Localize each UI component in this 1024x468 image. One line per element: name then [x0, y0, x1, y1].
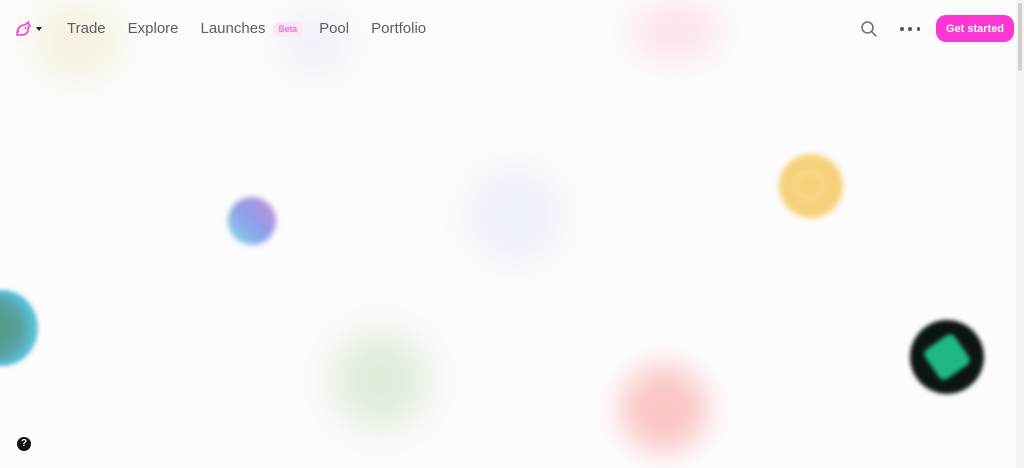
scrollbar[interactable]	[1016, 0, 1024, 468]
top-nav: Trade Explore Launches Beta Pool Portfol…	[0, 0, 1024, 58]
search-icon	[861, 21, 877, 37]
bg-orb-blue	[465, 165, 565, 265]
token-orb-green-blue	[0, 290, 38, 366]
token-orb-gradient	[228, 197, 276, 245]
nav-trade[interactable]: Trade	[67, 19, 106, 39]
nav-portfolio[interactable]: Portfolio	[371, 19, 426, 39]
nav-explore[interactable]: Explore	[128, 19, 179, 39]
help-button[interactable]: ?	[17, 437, 31, 451]
caret-down-icon	[36, 27, 42, 31]
scrollbar-thumb[interactable]	[1018, 3, 1022, 71]
bg-orb-coral	[620, 365, 708, 453]
token-orb-gold-ring	[795, 170, 825, 200]
get-started-button[interactable]: Get started	[936, 15, 1014, 42]
logo-menu-button[interactable]	[14, 17, 46, 41]
more-dot	[908, 27, 912, 31]
more-dot	[916, 27, 920, 31]
uniswap-unicorn-icon	[16, 21, 31, 36]
more-dot	[900, 27, 904, 31]
nav-launches[interactable]: Launches	[201, 19, 266, 39]
nav-links: Trade Explore Launches Beta Pool Portfol…	[67, 19, 448, 39]
beta-badge: Beta	[272, 21, 304, 37]
more-button[interactable]	[900, 20, 920, 38]
bg-orb-green	[330, 330, 430, 430]
page: Trade Explore Launches Beta Pool Portfol…	[0, 0, 1024, 468]
search-button[interactable]	[860, 20, 878, 38]
nav-pool[interactable]: Pool	[319, 19, 349, 39]
